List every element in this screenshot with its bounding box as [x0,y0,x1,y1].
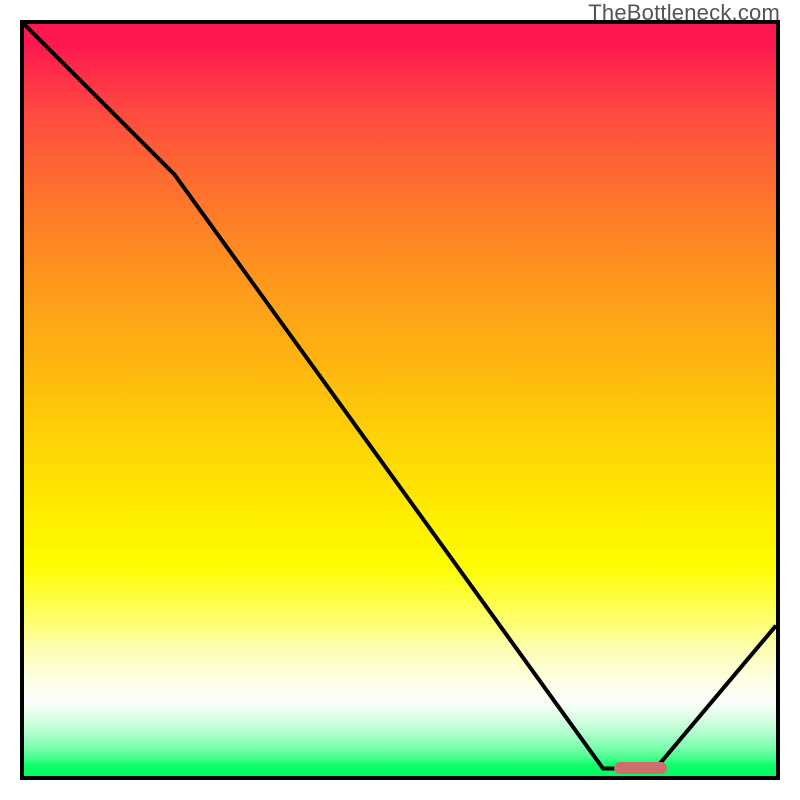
optimal-range-marker [614,762,667,774]
chart-frame: TheBottleneck.com [0,0,800,800]
plot-area [20,20,780,780]
bottleneck-curve [24,24,776,776]
